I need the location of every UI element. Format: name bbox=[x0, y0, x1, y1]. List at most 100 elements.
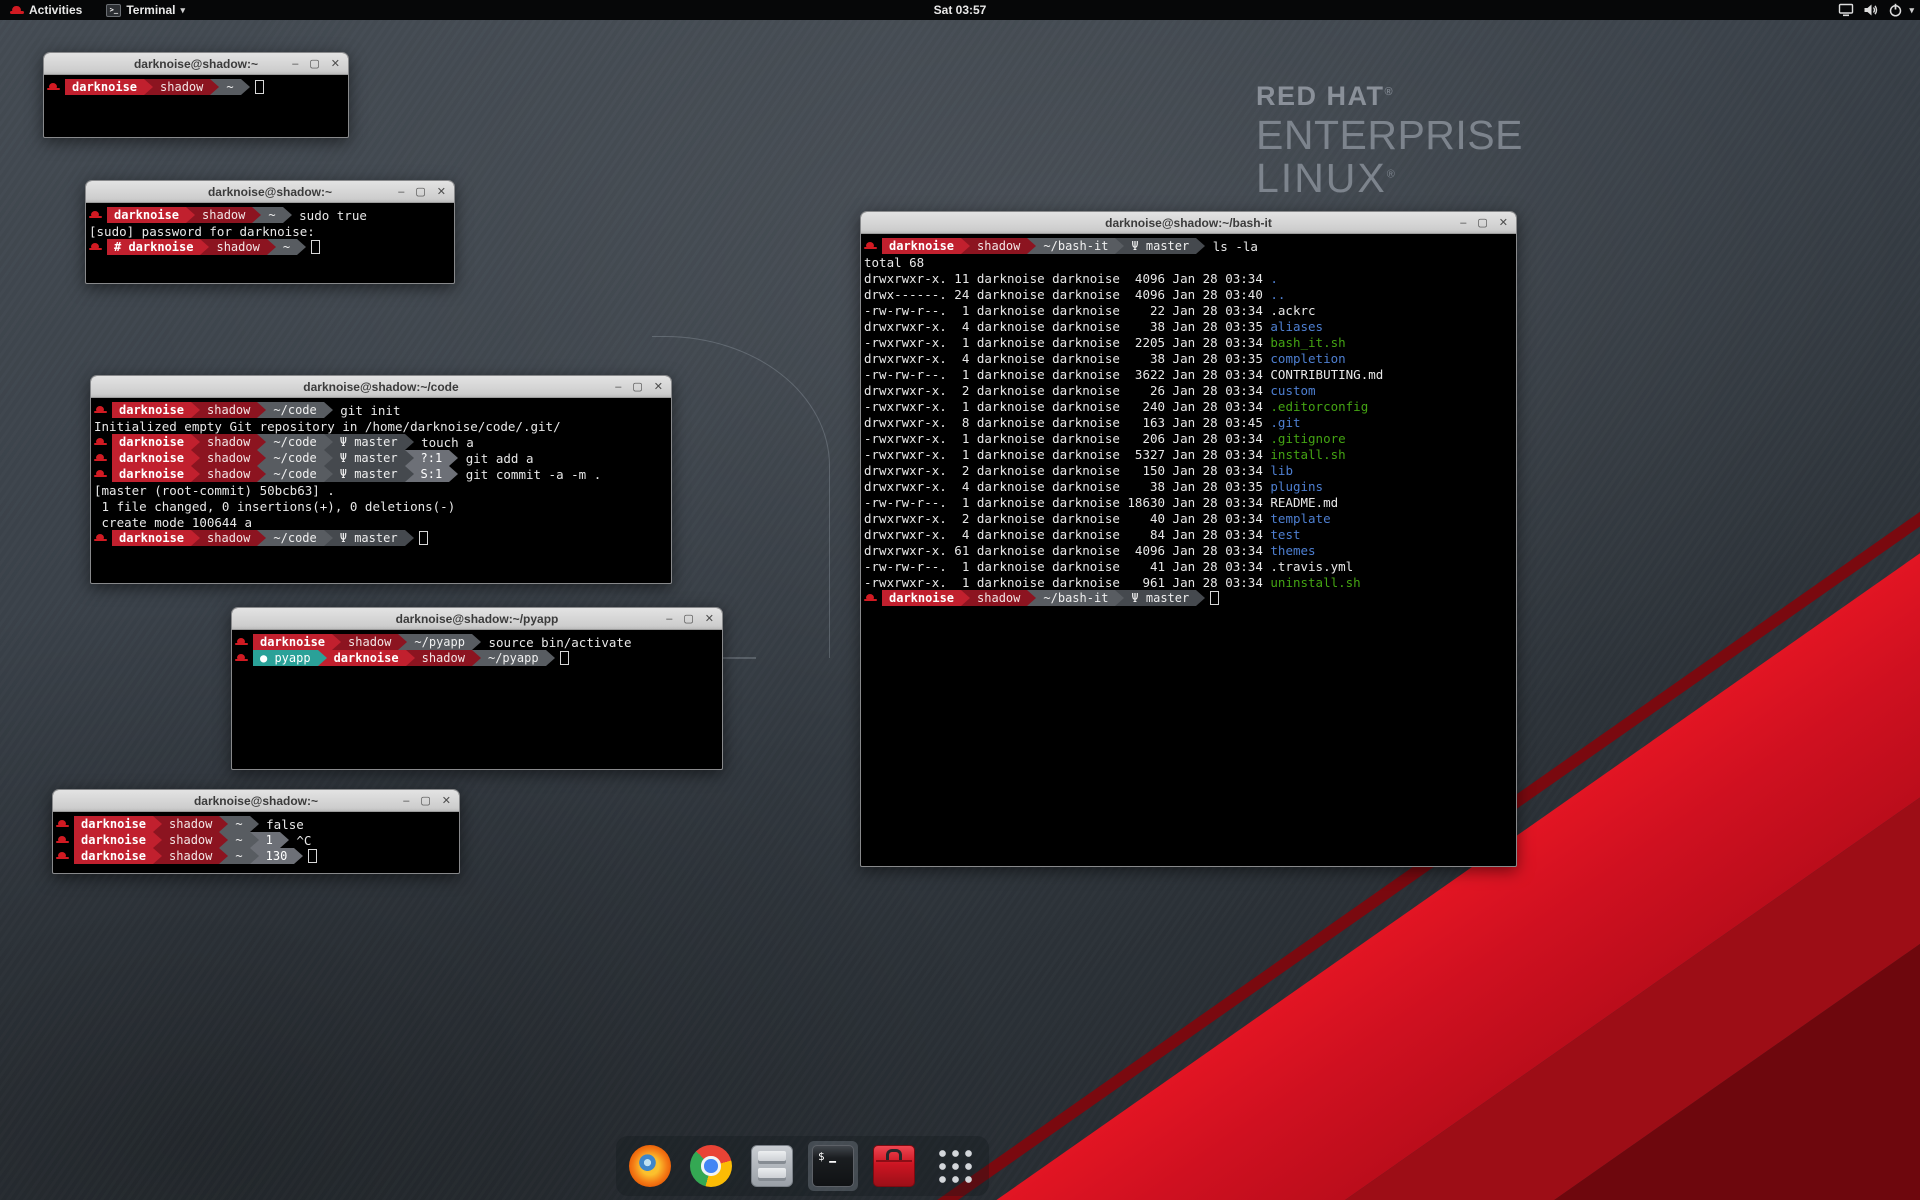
close-button[interactable]: ✕ bbox=[705, 614, 714, 625]
terminal-text: -rw-rw-r--. 1 darknoise darknoise 22 Jan… bbox=[864, 303, 1316, 318]
close-button[interactable]: ✕ bbox=[442, 796, 451, 807]
window-titlebar[interactable]: darknoise@shadow:~/code –▢ ✕ bbox=[91, 376, 671, 398]
terminal-text: false bbox=[259, 817, 304, 832]
close-button[interactable]: ✕ bbox=[437, 187, 446, 198]
window-titlebar[interactable]: darknoise@shadow:~–▢✕ bbox=[44, 53, 348, 75]
prompt-segment-git: Ψ master bbox=[1124, 238, 1196, 254]
redhat-prompt-icon bbox=[94, 404, 107, 417]
terminal-text: -rw-rw-r--. 1 darknoise darknoise 3622 J… bbox=[864, 367, 1383, 382]
close-button[interactable]: ✕ bbox=[331, 59, 340, 70]
minimize-button[interactable]: – bbox=[403, 796, 409, 807]
redhat-prompt-icon bbox=[235, 652, 248, 665]
terminal-cursor bbox=[311, 240, 320, 254]
windows-layer: darknoise@shadow:~–▢✕darknoiseshadow~dar… bbox=[0, 0, 1920, 1200]
terminal-icon bbox=[812, 1145, 854, 1187]
terminal-dock-item[interactable] bbox=[808, 1141, 858, 1191]
terminal-text: git init bbox=[333, 403, 401, 418]
terminal-content[interactable]: darknoiseshadow~ falsedarknoiseshadow~1 … bbox=[53, 812, 459, 864]
powerline-separator bbox=[324, 450, 333, 466]
prompt-segment-user: darknoise bbox=[882, 590, 961, 606]
prompt-segment-host: shadow bbox=[200, 466, 257, 482]
prompt-segment-host: shadow bbox=[970, 238, 1027, 254]
minimize-button[interactable]: – bbox=[398, 187, 404, 198]
prompt-segment-host: shadow bbox=[200, 530, 257, 546]
maximize-button[interactable]: ▢ bbox=[309, 59, 319, 70]
terminal-content[interactable]: darknoiseshadow~ bbox=[44, 75, 348, 95]
powerline-separator bbox=[472, 634, 481, 650]
powerline-separator bbox=[406, 650, 415, 666]
terminal-cursor bbox=[308, 849, 317, 863]
files-dock-item[interactable] bbox=[747, 1141, 797, 1191]
maximize-button[interactable]: ▢ bbox=[683, 614, 693, 625]
firefox-dock-item[interactable] bbox=[625, 1141, 675, 1191]
prompt-segment-path: ~ bbox=[228, 816, 249, 832]
powerline-separator bbox=[191, 466, 200, 482]
terminal-content[interactable]: darknoiseshadow~ sudo true[sudo] passwor… bbox=[86, 203, 454, 255]
powerline-separator bbox=[449, 450, 458, 466]
terminal-text: drwxrwxr-x. 2 darknoise darknoise 40 Jan… bbox=[864, 511, 1270, 526]
terminal-line: -rw-rw-r--. 1 darknoise darknoise 18630 … bbox=[864, 494, 1513, 510]
terminal-content[interactable]: darknoiseshadow~/bash-itΨ master ls -lat… bbox=[861, 234, 1516, 606]
powerline-separator bbox=[252, 207, 261, 223]
prompt-segment-user: darknoise bbox=[112, 402, 191, 418]
prompt-segment-stat: 130 bbox=[259, 848, 295, 864]
minimize-button[interactable]: – bbox=[615, 382, 621, 393]
appgrid-dock-item[interactable] bbox=[930, 1141, 980, 1191]
prompt-segment-git: Ψ master bbox=[1124, 590, 1196, 606]
activities-button[interactable]: Activities bbox=[6, 0, 86, 20]
powerline-separator bbox=[324, 434, 333, 450]
powerline-separator bbox=[297, 239, 306, 255]
terminal-text: [sudo] password for darknoise: bbox=[89, 224, 322, 239]
powerline-separator bbox=[257, 434, 266, 450]
chrome-dock-item[interactable] bbox=[686, 1141, 736, 1191]
terminal-text: ^C bbox=[289, 833, 312, 848]
maximize-button[interactable]: ▢ bbox=[1477, 218, 1487, 229]
volume-icon bbox=[1863, 3, 1879, 17]
toolbox-dock-item[interactable] bbox=[869, 1141, 919, 1191]
window-titlebar[interactable]: darknoise@shadow:~/pyapp–▢✕ bbox=[232, 608, 722, 630]
close-button[interactable]: ✕ bbox=[654, 382, 663, 393]
terminal-text: test bbox=[1270, 527, 1300, 542]
prompt-segment-path: ~ bbox=[219, 79, 240, 95]
powerline-separator bbox=[280, 832, 289, 848]
maximize-button[interactable]: ▢ bbox=[420, 796, 430, 807]
prompt-segment-user: darknoise bbox=[74, 848, 153, 864]
clock[interactable]: Sat 03:57 bbox=[0, 3, 1920, 17]
terminal-text: [master (root-commit) 50bcb63] . bbox=[94, 483, 335, 498]
minimize-button[interactable]: – bbox=[292, 59, 298, 70]
app-menu-terminal[interactable]: >_ Terminal ▾ bbox=[102, 0, 189, 20]
window-titlebar[interactable]: darknoise@shadow:~–▢✕ bbox=[53, 790, 459, 812]
terminal-window-0: darknoise@shadow:~–▢✕darknoiseshadow~ bbox=[43, 52, 349, 138]
powerline-separator bbox=[191, 434, 200, 450]
window-titlebar[interactable]: darknoise@shadow:~ –▢ ✕ bbox=[86, 181, 454, 203]
terminal-line: drwxrwxr-x. 4 darknoise darknoise 84 Jan… bbox=[864, 526, 1513, 542]
terminal-text: git add a bbox=[458, 451, 533, 466]
terminal-text: drwxrwxr-x. 4 darknoise darknoise 38 Jan… bbox=[864, 351, 1270, 366]
chevron-down-icon: ▾ bbox=[180, 5, 185, 16]
terminal-line: total 68 bbox=[864, 254, 1513, 270]
window-title: darknoise@shadow:~/code bbox=[303, 380, 458, 394]
window-title: darknoise@shadow:~ bbox=[208, 185, 332, 199]
terminal-line: -rwxrwxr-x. 1 darknoise darknoise 961 Ja… bbox=[864, 574, 1513, 590]
powerline-separator bbox=[186, 207, 195, 223]
window-titlebar[interactable]: darknoise@shadow:~/bash-it–▢✕ bbox=[861, 212, 1516, 234]
minimize-button[interactable]: – bbox=[666, 614, 672, 625]
powerline-separator bbox=[546, 650, 555, 666]
terminal-line: ● pyappdarknoiseshadow~/pyapp bbox=[235, 650, 719, 666]
terminal-content[interactable]: darknoiseshadow~/pyapp source bin/activa… bbox=[232, 630, 722, 666]
terminal-content[interactable]: darknoiseshadow~/code git initInitialize… bbox=[91, 398, 671, 546]
terminal-text: -rwxrwxr-x. 1 darknoise darknoise 2205 J… bbox=[864, 335, 1270, 350]
prompt-segment-user: darknoise bbox=[112, 530, 191, 546]
powerline-separator bbox=[398, 634, 407, 650]
close-button[interactable]: ✕ bbox=[1499, 218, 1508, 229]
top-bar: Activities >_ Terminal ▾ Sat 03:57 ▾ bbox=[0, 0, 1920, 20]
minimize-button[interactable]: – bbox=[1460, 218, 1466, 229]
system-status-area[interactable]: ▾ bbox=[1838, 0, 1914, 20]
terminal-window-2: darknoise@shadow:~/code –▢ ✕ darknoise shado… bbox=[90, 375, 672, 584]
powerline-separator bbox=[324, 402, 333, 418]
maximize-button[interactable]: ▢ bbox=[632, 382, 642, 393]
prompt-segment-user: darknoise bbox=[112, 434, 191, 450]
terminal-line: drwx------. 24 darknoise darknoise 4096 … bbox=[864, 286, 1513, 302]
maximize-button[interactable]: ▢ bbox=[415, 187, 425, 198]
powerline-separator bbox=[241, 79, 250, 95]
